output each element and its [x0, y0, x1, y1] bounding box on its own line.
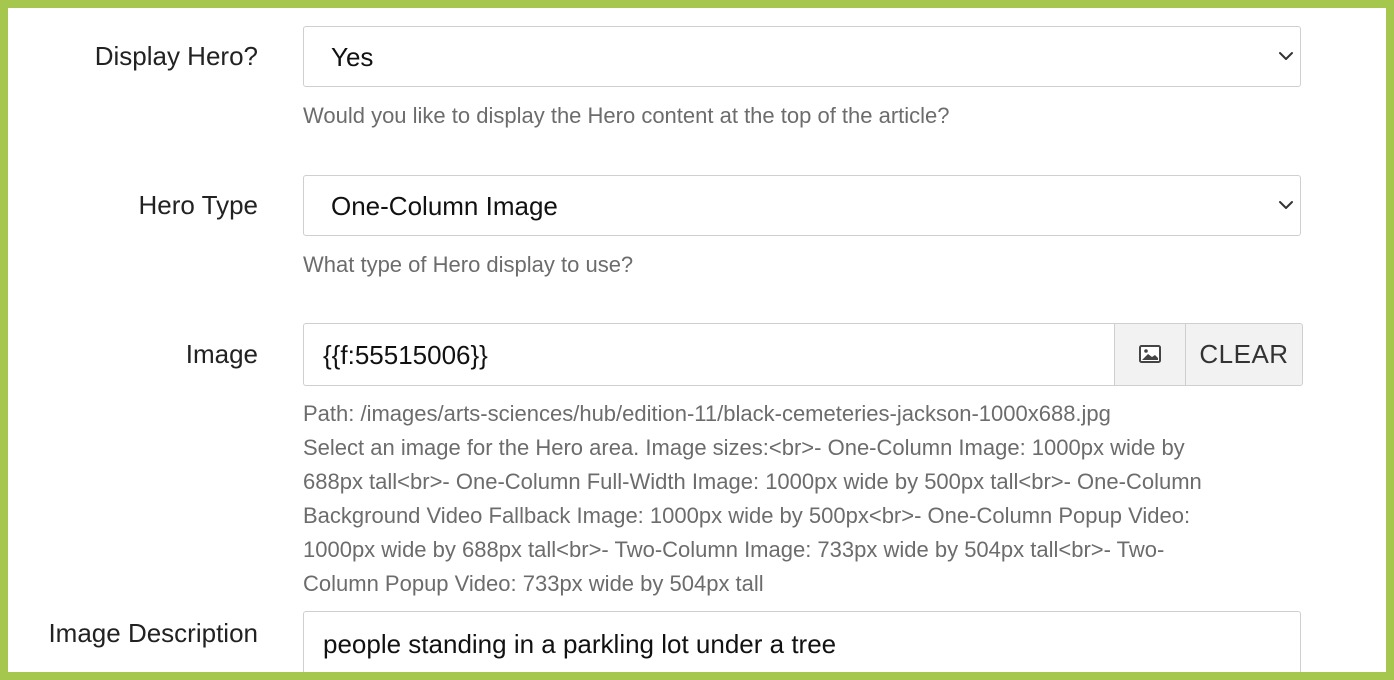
image-description-value: people standing in a parkling lot under … [323, 629, 837, 659]
hero-type-label: Hero Type [138, 190, 258, 220]
image-help: Path: /images/arts-sciences/hub/edition-… [303, 397, 1303, 601]
clear-image-button[interactable]: CLEAR [1185, 323, 1303, 386]
hero-type-help: What type of Hero display to use? [303, 252, 634, 277]
display-hero-help: Would you like to display the Hero conte… [303, 103, 950, 128]
select-image-button[interactable] [1114, 323, 1186, 386]
hero-settings-form: Display Hero? Yes Would you like to disp… [8, 8, 1386, 672]
image-help-line: 688px tall<br>- One-Column Full-Width Im… [303, 469, 1202, 494]
image-help-line: 1000px wide by 688px tall<br>- Two-Colum… [303, 537, 1165, 562]
image-icon [1139, 345, 1161, 363]
image-field[interactable]: {{f:55515006}} [303, 323, 1115, 386]
chevron-down-icon [1279, 201, 1293, 209]
image-help-line: Background Video Fallback Image: 1000px … [303, 503, 1191, 528]
image-description-input[interactable]: people standing in a parkling lot under … [303, 611, 1301, 672]
image-description-label: Image Description [48, 618, 258, 648]
display-hero-label: Display Hero? [94, 41, 258, 71]
display-hero-selected-value: Yes [331, 42, 374, 72]
image-field-value: {{f:55515006}} [323, 340, 488, 370]
hero-type-selected-value: One-Column Image [331, 191, 558, 221]
image-help-line: Select an image for the Hero area. Image… [303, 435, 1185, 460]
display-hero-select[interactable]: Yes [303, 26, 1301, 87]
chevron-down-icon [1279, 52, 1293, 60]
image-label: Image [185, 339, 258, 369]
image-path-text: Path: /images/arts-sciences/hub/edition-… [303, 401, 1111, 426]
hero-type-select[interactable]: One-Column Image [303, 175, 1301, 236]
image-help-line: Column Popup Video: 733px wide by 504px … [303, 571, 764, 596]
